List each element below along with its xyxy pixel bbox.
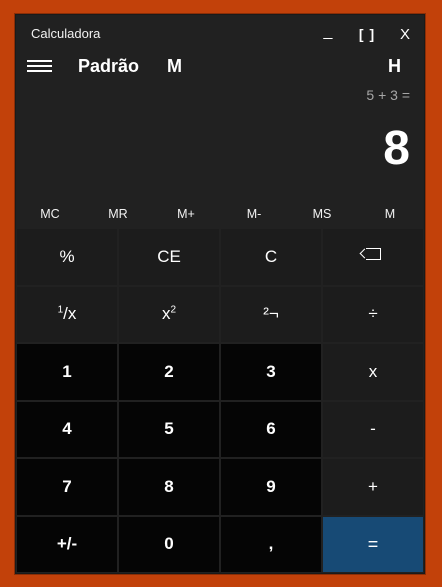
equals-button[interactable]: = bbox=[323, 516, 423, 572]
close-button[interactable]: X bbox=[387, 21, 423, 47]
backspace-button[interactable] bbox=[323, 229, 423, 285]
backspace-icon bbox=[365, 247, 381, 260]
multiply-button[interactable]: x bbox=[323, 344, 423, 400]
digit-2-button[interactable]: 2 bbox=[119, 344, 219, 400]
history-button[interactable]: H bbox=[388, 56, 401, 77]
percent-button[interactable]: % bbox=[17, 229, 117, 285]
calculator-window: Calculadora _ [ ] X Padrão M H 5 + 3 = 8… bbox=[15, 14, 425, 574]
memory-add-button[interactable]: M+ bbox=[152, 201, 220, 227]
digit-1-button[interactable]: 1 bbox=[17, 344, 117, 400]
memory-recall-button[interactable]: MR bbox=[84, 201, 152, 227]
memory-clear-button[interactable]: MC bbox=[16, 201, 84, 227]
memory-row: MC MR M+ M- MS M bbox=[16, 201, 424, 227]
mode-title: Padrão bbox=[78, 56, 140, 76]
square-button[interactable]: x2 bbox=[119, 286, 219, 342]
memory-list-button[interactable]: M bbox=[356, 201, 424, 227]
title-bar: Calculadora _ [ ] X bbox=[16, 15, 424, 49]
square-root-button[interactable]: ²¬ bbox=[221, 286, 321, 342]
app-title: Calculadora bbox=[31, 26, 101, 41]
keypad: % CE C 1/x x2 ²¬ ÷ 1 2 3 x 4 5 6 - 7 8 9… bbox=[17, 229, 423, 572]
digit-7-button[interactable]: 7 bbox=[17, 459, 117, 515]
clear-entry-button[interactable]: CE bbox=[119, 229, 219, 285]
digit-6-button[interactable]: 6 bbox=[221, 401, 321, 457]
add-button[interactable]: + bbox=[323, 459, 423, 515]
digit-3-button[interactable]: 3 bbox=[221, 344, 321, 400]
hamburger-menu-icon[interactable] bbox=[27, 55, 55, 81]
subtract-button[interactable]: - bbox=[323, 401, 423, 457]
digit-5-button[interactable]: 5 bbox=[119, 401, 219, 457]
result-display: 8 bbox=[383, 122, 410, 175]
negate-button[interactable]: +/- bbox=[17, 516, 117, 572]
clear-button[interactable]: C bbox=[221, 229, 321, 285]
digit-8-button[interactable]: 8 bbox=[119, 459, 219, 515]
digit-0-button[interactable]: 0 bbox=[119, 516, 219, 572]
digit-9-button[interactable]: 9 bbox=[221, 459, 321, 515]
memory-indicator[interactable]: M bbox=[167, 56, 182, 77]
memory-subtract-button[interactable]: M- bbox=[220, 201, 288, 227]
maximize-button[interactable]: [ ] bbox=[349, 21, 385, 47]
memory-store-button[interactable]: MS bbox=[288, 201, 356, 227]
reciprocal-button[interactable]: 1/x bbox=[17, 286, 117, 342]
header: Padrão M H bbox=[16, 49, 424, 89]
minimize-button[interactable]: _ bbox=[310, 19, 346, 45]
expression-display: 5 + 3 = bbox=[366, 87, 410, 103]
digit-4-button[interactable]: 4 bbox=[17, 401, 117, 457]
divide-button[interactable]: ÷ bbox=[323, 286, 423, 342]
decimal-button[interactable]: , bbox=[221, 516, 321, 572]
